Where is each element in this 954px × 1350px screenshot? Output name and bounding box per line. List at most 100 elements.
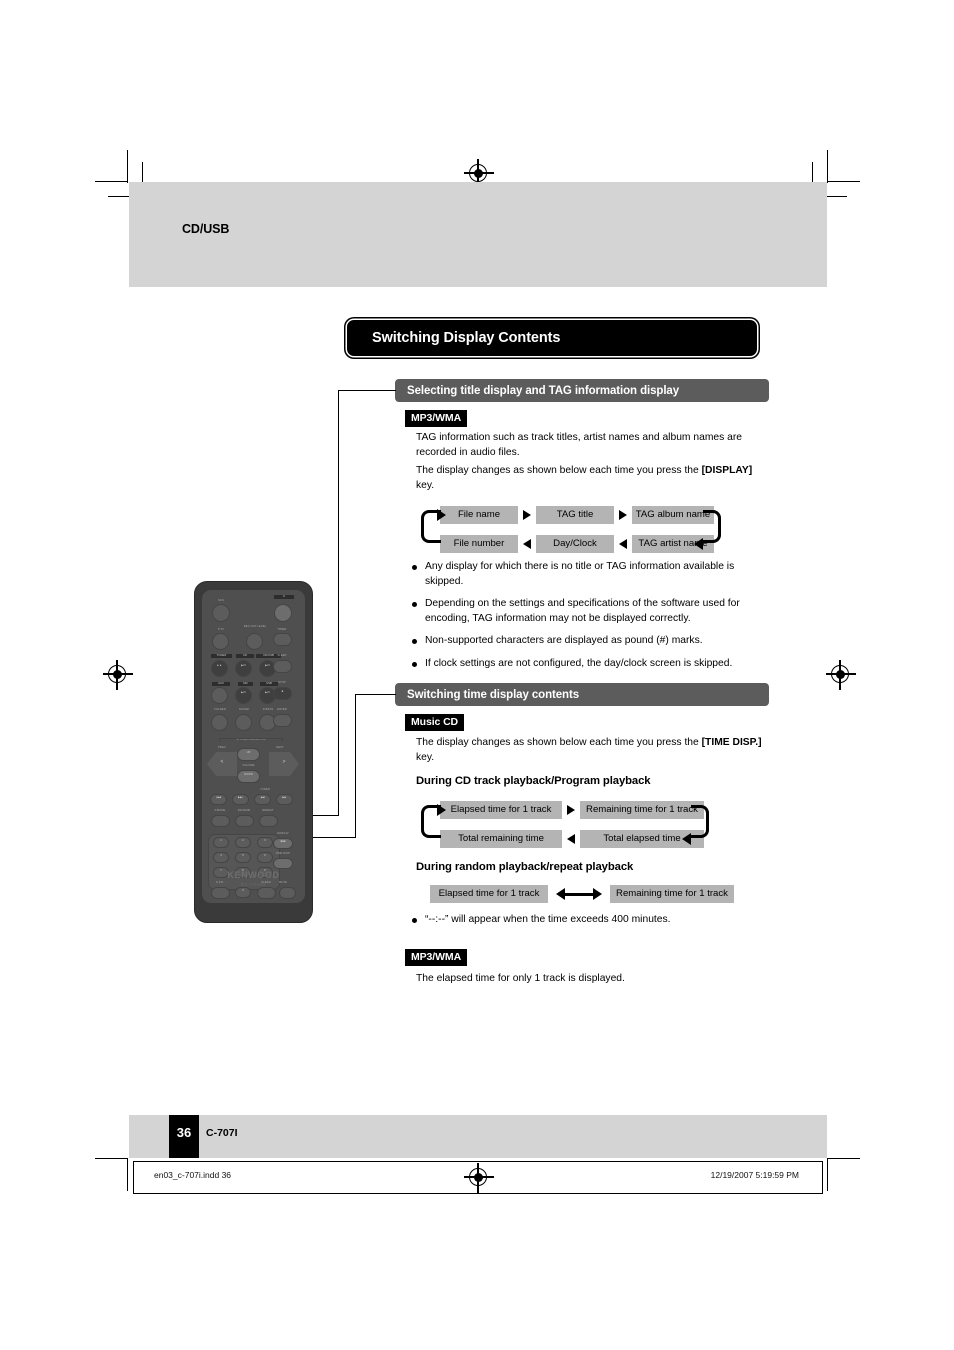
rewind-icon: ◀◀ — [260, 796, 265, 799]
callout-line-display-v — [338, 390, 340, 816]
remote-button-random[interactable] — [235, 815, 254, 827]
remote-label-volume: VOLUME — [242, 764, 255, 767]
section2-paragraph-1: The display changes as shown below each … — [416, 736, 768, 765]
remote-button-folder[interactable] — [211, 714, 228, 731]
remote-button-rec-out-level[interactable] — [246, 633, 263, 650]
registration-mark-bottom — [464, 1163, 494, 1193]
flow-diagram-time-cycle: Elapsed time for 1 track Remaining time … — [440, 801, 704, 848]
format-tag-mp3wma-2: MP3/WMA — [405, 949, 468, 967]
remote-button-time-disp[interactable] — [273, 858, 293, 869]
crop-mark-tl-v — [127, 150, 128, 183]
flow-chip-total-remaining-time: Total remaining time — [440, 830, 562, 848]
remote-button-tuner[interactable] — [211, 660, 228, 677]
remote-button-repeat[interactable] — [259, 815, 278, 827]
remote-button-ptv[interactable] — [212, 633, 229, 650]
remote-key-5-label: 5 — [242, 854, 244, 857]
bidirectional-arrow-icon — [556, 888, 602, 900]
crop-mark-tl-h — [95, 181, 128, 182]
flow-row-single: Elapsed time for 1 track Remaining time … — [430, 885, 734, 903]
remote-label-rec-out-level: REC OUT LEVEL — [243, 625, 267, 628]
section1-paragraph-2-pre: The display changes as shown below each … — [416, 465, 702, 476]
remote-label-sound: SOUND — [238, 708, 250, 711]
remote-key-4-label: 4 — [220, 854, 222, 857]
flow-row-bottom: Total remaining time Total elapsed time — [440, 830, 704, 848]
registration-mark-top — [464, 159, 494, 189]
flow1-loop-left-arrowhead — [437, 509, 446, 521]
arrow-left-icon — [567, 834, 575, 844]
remote-label-prev: PREV — [218, 746, 226, 749]
print-footer-top-rule — [133, 1161, 823, 1162]
format-tag-mp3wma-1: MP3/WMA — [405, 410, 468, 428]
section-bar-selecting-title-display: Selecting title display and TAG informat… — [395, 379, 769, 402]
flow1-loop-right-arrowhead — [694, 538, 703, 550]
crop-mark-tr-v — [827, 150, 828, 183]
flow2-loop-left-arrowhead — [437, 804, 446, 816]
remote-key-1-label: 1 — [220, 839, 222, 842]
flow-diagram-random-cycle: Elapsed time for 1 track Remaining time … — [430, 885, 734, 903]
remote-label-next: NEXT — [276, 746, 284, 749]
time-disp-key-label: [TIME DISP.] — [701, 737, 762, 748]
print-footer-bottom-rule — [133, 1193, 823, 1194]
flow-chip-elapsed-time-1-track: Elapsed time for 1 track — [440, 801, 562, 819]
list-item: Depending on the settings and specificat… — [410, 597, 765, 626]
sysnav-bracket-right — [282, 738, 283, 742]
crop-mark-br-v — [827, 1158, 828, 1191]
remote-model-number: RC-F0589 — [240, 882, 267, 887]
registration-mark-right — [826, 660, 856, 690]
remote-button-power[interactable] — [274, 604, 292, 622]
remote-button-spd[interactable] — [211, 887, 230, 899]
remote-button-sleep[interactable] — [273, 660, 292, 673]
arrow-left-icon — [523, 539, 531, 549]
remote-button-display-glyph: ■■■ — [280, 840, 286, 843]
remote-button-sound[interactable] — [235, 714, 252, 731]
list-item: If clock settings are not configured, th… — [410, 657, 765, 672]
remote-button-md[interactable] — [235, 687, 252, 704]
section2-bullet-list: “--:--” will appear when the time exceed… — [410, 913, 765, 936]
section2-paragraph-1-post: key. — [416, 751, 435, 763]
display-key-label: [DISPLAY] — [701, 465, 753, 476]
remote-button-clear[interactable] — [257, 887, 276, 899]
page-number: 36 — [176, 1125, 192, 1140]
remote-label-stop: STOP — [278, 681, 286, 684]
format-tag-music-cd: Music CD — [405, 714, 465, 732]
remote-button-aux[interactable] — [211, 687, 228, 704]
sysnav-bracket-left — [219, 738, 220, 742]
remote-button-scs[interactable] — [212, 604, 230, 622]
callout-line-timedisp-h-top — [355, 694, 396, 696]
crop-mark-tr-v2 — [812, 162, 813, 183]
remote-label-aux: AUX — [212, 682, 230, 686]
callout-line-timedisp-v — [355, 694, 357, 838]
header-band — [129, 182, 827, 287]
section-bar-label-2: Switching time display contents — [407, 688, 579, 701]
section1-paragraph-1: TAG information such as track titles, ar… — [416, 432, 743, 458]
remote-button-mute[interactable] — [279, 887, 296, 899]
remote-button-pmode[interactable] — [211, 815, 230, 827]
remote-button-cd[interactable] — [235, 660, 252, 677]
flow-chip-remaining-time-random: Remaining time for 1 track — [610, 885, 734, 903]
footer-model-name: C-707I — [206, 1127, 238, 1139]
section1-bullet-list: Any display for which there is no title … — [410, 560, 765, 680]
skip-back-icon: |◀◀ — [216, 796, 221, 799]
remote-label-display: DISPLAY — [277, 832, 289, 835]
remote-button-md-glyph: ▶/II — [241, 691, 246, 694]
flow-chip-day-clock: Day/Clock — [536, 535, 614, 553]
print-footer-filename: en03_c-707i.indd 36 — [154, 1170, 232, 1180]
remote-label-cd: CD — [236, 654, 254, 658]
remote-label-random: RANDOM — [237, 809, 251, 812]
stop-icon: ■ — [281, 690, 284, 693]
remote-label-up: UP — [246, 751, 251, 754]
fast-forward-icon: ▶▶ — [282, 796, 287, 799]
section2-paragraph-1-pre: The display changes as shown below each … — [416, 737, 702, 748]
flow1-loop-right — [703, 510, 721, 543]
sysnav-bracket-top — [219, 738, 283, 739]
remote-button-timer[interactable] — [273, 633, 292, 646]
arrow-right-icon — [523, 510, 531, 520]
registration-mark-left — [103, 660, 133, 690]
arrow-right-icon — [567, 805, 575, 815]
power-icon: ⏻ — [274, 595, 294, 599]
crop-mark-tr-h2 — [825, 196, 847, 197]
page-header-title: CD/USB — [182, 222, 230, 236]
crop-mark-bl-h — [95, 1158, 128, 1159]
sub-head-cd-track-playback: During CD track playback/Program playbac… — [416, 775, 651, 787]
remote-button-enter[interactable] — [273, 714, 292, 727]
